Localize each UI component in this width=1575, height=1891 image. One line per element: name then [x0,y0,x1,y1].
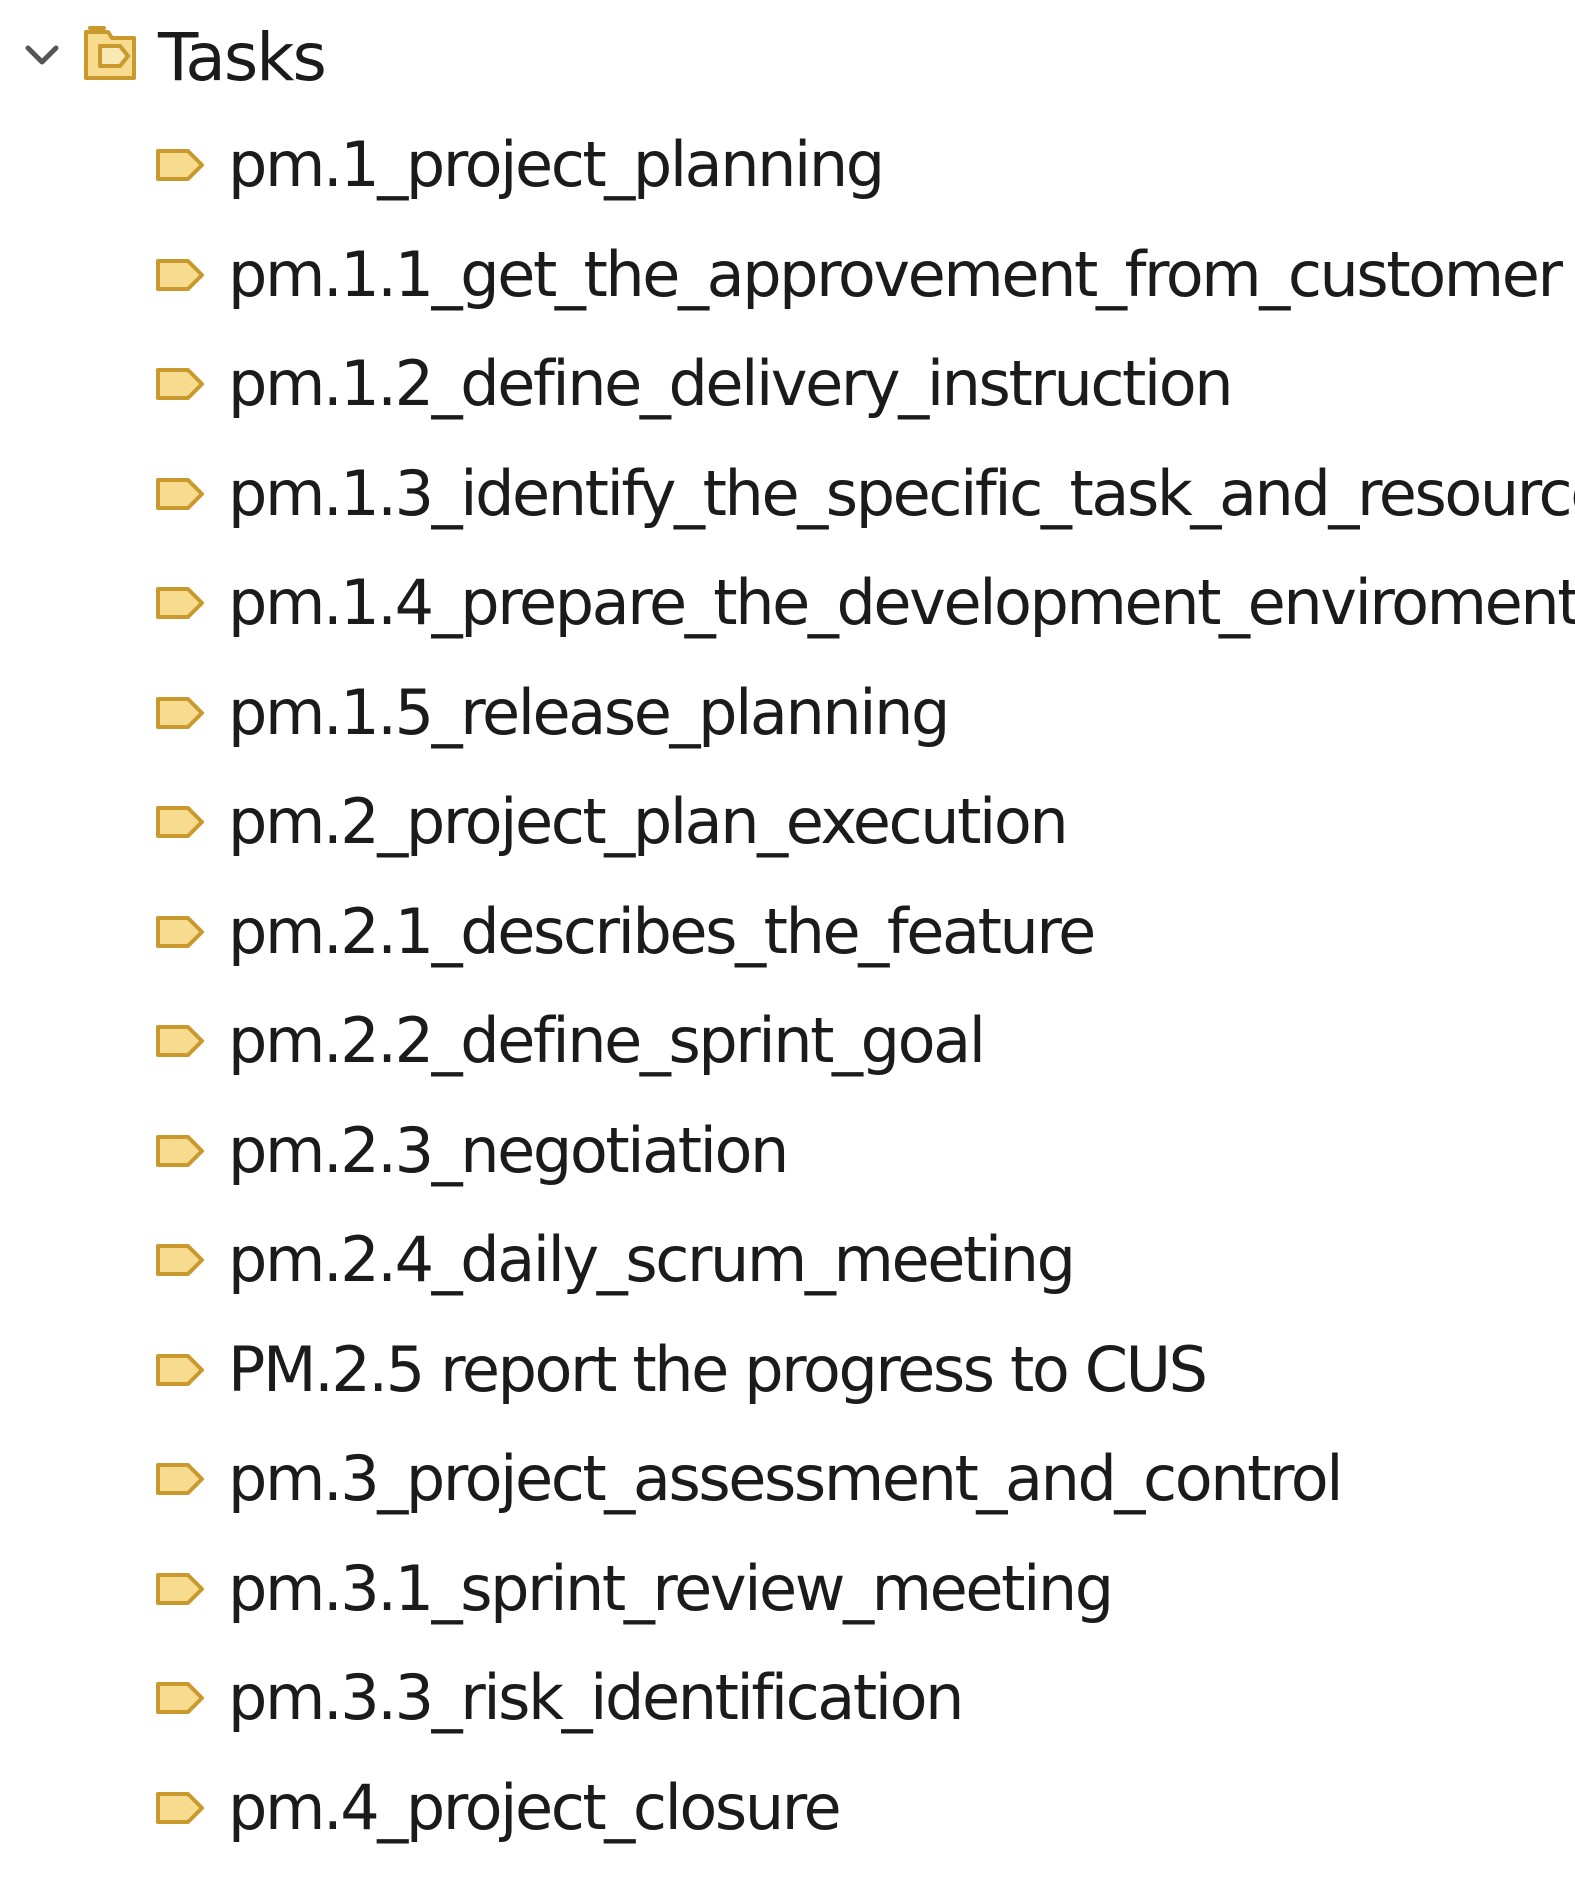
task-tag-icon [154,585,206,621]
tree-item[interactable]: pm.4_project_closure [0,1759,1575,1869]
task-tag-icon [154,1352,206,1388]
tree-item-label: pm.2.4_daily_scrum_meeting [228,1223,1076,1296]
task-list: pm.1_project_planning pm.1.1_get_the_appr… [0,116,1575,1868]
tree-item-label: pm.1.4_prepare_the_development_enviromen… [228,566,1575,639]
tree-item-label: pm.3_project_assessment_and_control [228,1442,1344,1515]
tree-item[interactable]: pm.1.1_get_the_approvement_from_customer [0,226,1575,336]
task-tag-icon [154,366,206,402]
tree-root-tasks[interactable]: Tasks [0,0,1575,118]
tree-item-label: pm.2_project_plan_execution [228,785,1069,858]
tree-item-label: pm.3.1_sprint_review_meeting [228,1551,1114,1625]
task-tag-icon [154,1023,206,1059]
tree-item-label: pm.1.3_identify_the_specific_task_and_re… [228,456,1575,530]
task-tag-icon [154,1790,206,1826]
tree-item[interactable]: pm.1.5_release_planning [0,664,1575,774]
task-tag-icon [154,1571,206,1607]
task-tag-icon [154,147,206,183]
task-tag-icon [154,914,206,950]
tree-item[interactable]: pm.2.1_describes_the_feature [0,883,1575,993]
tree-item[interactable]: pm.2.4_daily_scrum_meeting [0,1211,1575,1321]
tree-item[interactable]: pm.1.4_prepare_the_development_enviromen… [0,554,1575,664]
tree-root-label: Tasks [158,19,327,96]
tree-item[interactable]: pm.3.3_risk_identification [0,1649,1575,1759]
tree-item[interactable]: pm.1.2_define_delivery_instruction [0,335,1575,445]
task-tag-icon [154,804,206,840]
tree-item[interactable]: PM.2.5 report the progress to CUS [0,1321,1575,1431]
tree-item-label: pm.1_project_planning [228,128,885,201]
chevron-down-icon[interactable] [22,40,62,70]
tree-item-label: pm.1.5_release_planning [228,675,950,749]
task-tag-icon [154,476,206,512]
tree-item[interactable]: pm.2_project_plan_execution [0,773,1575,883]
tree-item-label: pm.3.3_risk_identification [228,1661,964,1734]
tree-item[interactable]: pm.1_project_planning [0,116,1575,226]
tree-item-label: pm.1.2_define_delivery_instruction [228,347,1234,420]
tree-item-label: PM.2.5 report the progress to CUS [228,1332,1208,1406]
task-tag-icon [154,1461,206,1497]
task-tag-icon [154,257,206,293]
task-tag-icon [154,695,206,731]
task-folder-icon [80,22,140,84]
tree-item-label: pm.1.1_get_the_approvement_from_customer [228,237,1563,311]
tree-item[interactable]: pm.3_project_assessment_and_control [0,1430,1575,1540]
task-tag-icon [154,1242,206,1278]
task-tag-icon [154,1133,206,1169]
task-tag-icon [154,1680,206,1716]
tree-item[interactable]: pm.2.3_negotiation [0,1102,1575,1212]
tree-item[interactable]: pm.2.2_define_sprint_goal [0,992,1575,1102]
tree-item-label: pm.2.3_negotiation [228,1113,789,1187]
tree-item[interactable]: pm.1.3_identify_the_specific_task_and_re… [0,445,1575,555]
tree-item-label: pm.2.2_define_sprint_goal [228,1004,986,1077]
tree-item[interactable]: pm.3.1_sprint_review_meeting [0,1540,1575,1650]
tasks-tree: Tasks pm.1_project_planning pm.1.1_get_th… [0,0,1575,1891]
tree-item-label: pm.2.1_describes_the_feature [228,894,1096,968]
tree-item-label: pm.4_project_closure [228,1770,842,1844]
